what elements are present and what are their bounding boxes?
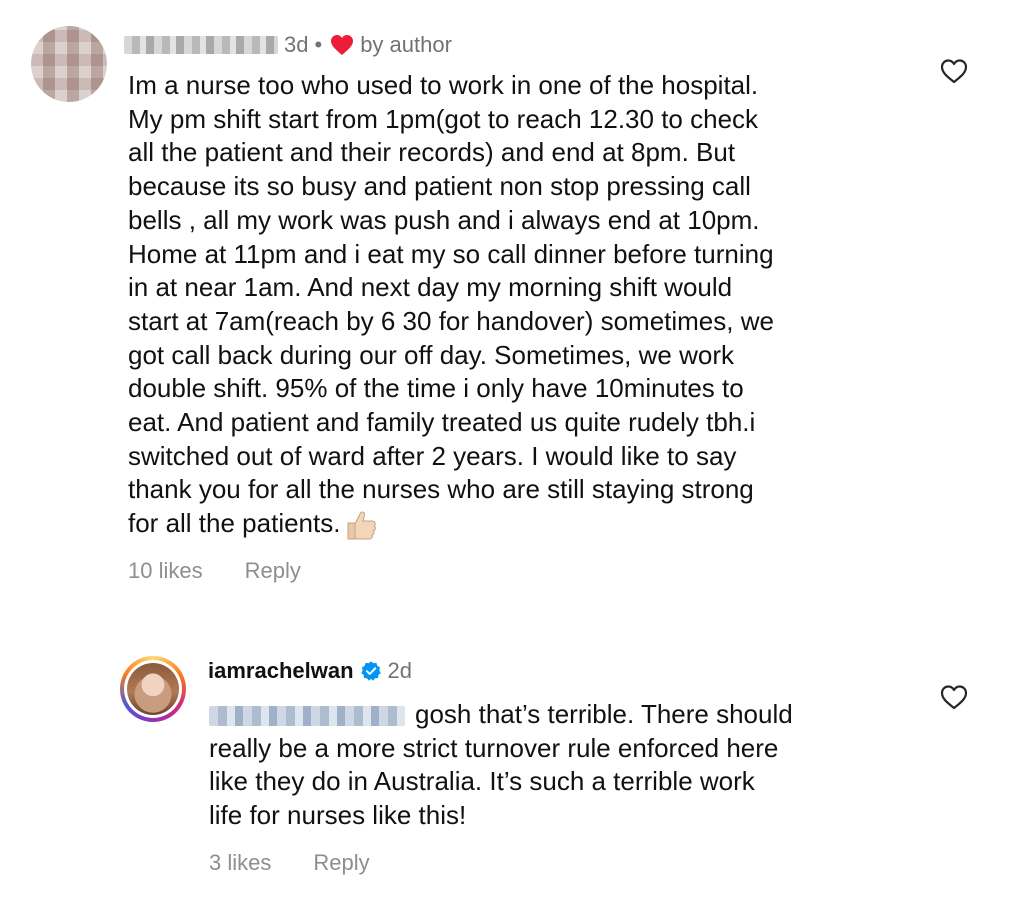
comment-text: Im a nurse too who used to work in one o… bbox=[128, 69, 928, 542]
reply-actions: 3 likes Reply bbox=[209, 850, 370, 876]
verified-badge-icon bbox=[360, 661, 381, 681]
reply-comment: iamrachelwan 2d gosh that’s terrible. Th… bbox=[0, 640, 1024, 903]
reply-meta: iamrachelwan 2d bbox=[208, 658, 412, 684]
comment-body: Im a nurse too who used to work in one o… bbox=[128, 70, 774, 539]
by-author-label: by author bbox=[360, 32, 452, 57]
thumbs-up-emoji-icon bbox=[347, 511, 377, 540]
comment-time: 3d bbox=[284, 32, 309, 57]
reply-avatar[interactable] bbox=[120, 656, 186, 722]
comment-actions: 10 likes Reply bbox=[128, 558, 301, 584]
blurred-avatar-image bbox=[31, 26, 107, 102]
liked-by-author-heart-icon bbox=[331, 35, 354, 55]
blurred-username[interactable] bbox=[124, 36, 278, 54]
reply-button[interactable]: Reply bbox=[245, 558, 301, 584]
reply-time: 2d bbox=[387, 658, 412, 683]
likes-count[interactable]: 10 likes bbox=[128, 558, 203, 584]
commenter-avatar[interactable] bbox=[31, 26, 107, 102]
meta-separator: • bbox=[314, 32, 323, 57]
story-ring-gap bbox=[124, 660, 182, 718]
reply-text: gosh that’s terrible. There should reall… bbox=[209, 698, 909, 833]
reply-like-heart-icon[interactable] bbox=[939, 683, 969, 711]
like-heart-icon[interactable] bbox=[939, 57, 969, 85]
profile-photo bbox=[127, 663, 179, 715]
reply-likes-count[interactable]: 3 likes bbox=[209, 850, 271, 876]
comment-meta: 3d • by author bbox=[124, 32, 452, 58]
comment: 3d • by author Im a nurse too who used t… bbox=[0, 0, 1024, 610]
blurred-mention[interactable] bbox=[209, 706, 405, 727]
reply-reply-button[interactable]: Reply bbox=[313, 850, 369, 876]
reply-username[interactable]: iamrachelwan bbox=[208, 658, 354, 684]
